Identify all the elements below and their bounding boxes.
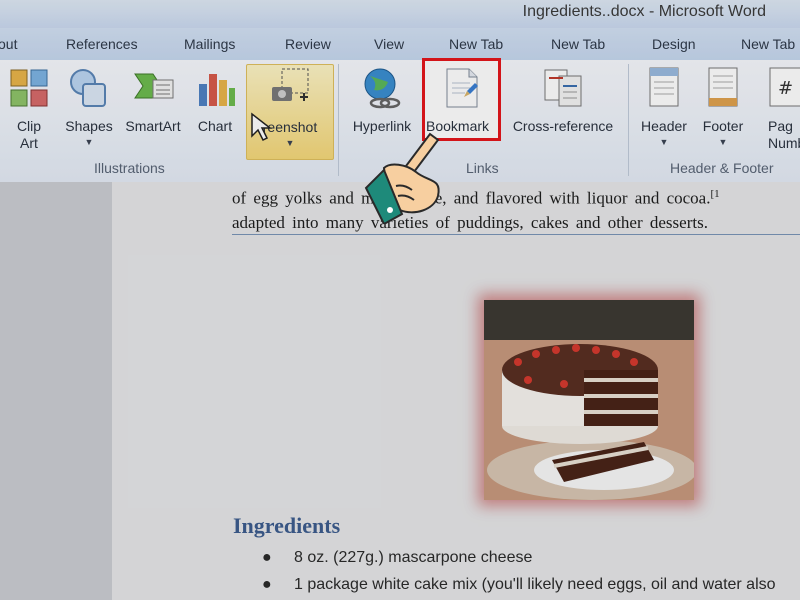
clip-art-button[interactable]: Clip Art	[4, 64, 54, 156]
header-icon	[649, 67, 679, 107]
clip-art-icon	[10, 69, 48, 107]
shapes-label: Shapes	[65, 118, 113, 134]
title-bar: Ingredients..docx - Microsoft Word	[0, 0, 800, 28]
window-title: Ingredients..docx - Microsoft Word	[522, 3, 766, 20]
mouse-cursor-icon	[251, 112, 272, 142]
chart-icon	[199, 74, 235, 106]
tab-layout-partial[interactable]: out	[0, 36, 17, 52]
page-number-icon: #	[769, 67, 800, 107]
chart-button[interactable]: Chart	[190, 64, 240, 156]
list-item: ● 1 package white cake mix (you'll likely…	[262, 576, 776, 594]
clip-art-label: Clip Art	[16, 118, 42, 151]
cake-picture[interactable]	[484, 300, 697, 500]
pointing-hand-icon	[364, 132, 440, 224]
footnote-reference[interactable]: [1	[710, 188, 719, 200]
cross-reference-icon	[544, 69, 582, 107]
tab-new-tab-2[interactable]: New Tab	[551, 36, 605, 52]
footer-button[interactable]: Footer ▼	[694, 64, 752, 156]
tab-review[interactable]: Review	[285, 36, 331, 52]
footer-icon	[708, 67, 738, 107]
group-separator	[628, 64, 629, 176]
group-label-header-footer: Header & Footer	[670, 160, 774, 176]
smartart-button[interactable]: SmartArt	[120, 64, 186, 156]
tab-new-tab-3[interactable]: New Tab	[741, 36, 795, 52]
group-label-links: Links	[466, 160, 499, 176]
group-label-illustrations: Illustrations	[94, 160, 165, 176]
tab-new-tab-1[interactable]: New Tab	[449, 36, 503, 52]
chevron-down-icon: ▼	[285, 138, 295, 148]
hyperlink-icon	[364, 68, 401, 109]
header-button[interactable]: Header ▼	[634, 64, 694, 156]
header-label: Header	[641, 118, 687, 134]
list-item-text: 1 package white cake mix (you'll likely …	[294, 576, 776, 593]
list-item: ● 8 oz. (227g.) mascarpone cheese	[262, 549, 532, 567]
smartart-label: SmartArt	[125, 118, 181, 134]
page-number-label: Pag Numb	[768, 118, 800, 151]
cross-reference-label: Cross-reference	[512, 118, 614, 134]
bullet-icon: ●	[262, 549, 272, 566]
tab-mailings[interactable]: Mailings	[184, 36, 235, 52]
tab-references[interactable]: References	[66, 36, 138, 52]
document-page[interactable]	[112, 182, 800, 600]
screenshot-icon	[272, 68, 309, 101]
paragraph-divider	[232, 234, 800, 235]
shapes-button[interactable]: Shapes ▼	[60, 64, 118, 156]
tab-design[interactable]: Design	[652, 36, 696, 52]
list-item-text: 8 oz. (227g.) mascarpone cheese	[294, 549, 533, 566]
chart-label: Chart	[197, 118, 233, 134]
smartart-icon	[134, 73, 174, 99]
intro-line-2: adapted into many varieties of puddings,…	[232, 213, 708, 232]
ingredients-heading: Ingredients	[233, 513, 341, 538]
paragraph-line-2: adapted into many varieties of puddings,…	[232, 213, 708, 233]
ribbon-tab-row: out References Mailings Review View New …	[0, 28, 800, 60]
tab-view[interactable]: View	[374, 36, 404, 52]
svg-text:#: #	[778, 78, 793, 99]
chevron-down-icon: ▼	[718, 137, 728, 147]
bookmark-icon	[446, 68, 478, 108]
page-number-button[interactable]: # Pag Numb	[754, 64, 800, 156]
shapes-icon	[70, 69, 106, 107]
cross-reference-button[interactable]: Cross-reference	[504, 64, 622, 156]
footer-label: Footer	[702, 118, 744, 134]
chevron-down-icon: ▼	[84, 137, 94, 147]
group-separator	[338, 64, 339, 176]
cake-image	[484, 300, 697, 500]
intro-line-1: of egg yolks and mascarpone, and flavore…	[232, 188, 711, 208]
chevron-down-icon: ▼	[659, 137, 669, 147]
paragraph-line-1: of egg yolks and mascarpone, and flavore…	[232, 188, 720, 209]
bullet-icon: ●	[262, 576, 272, 593]
